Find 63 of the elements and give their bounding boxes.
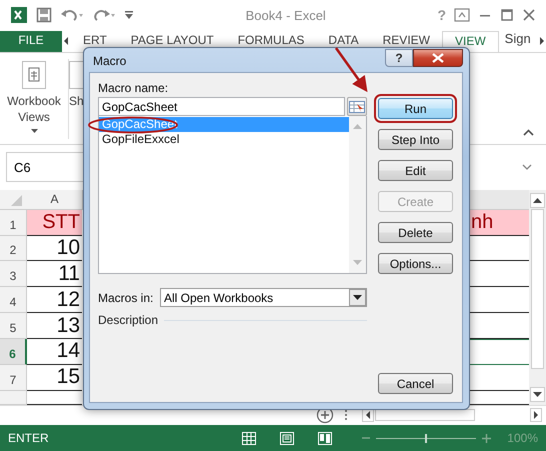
dialog-button[interactable]: Delete (378, 222, 453, 243)
dialog-button[interactable]: Edit (378, 160, 453, 181)
close-icon (432, 53, 444, 63)
table-cell: 11 (27, 261, 82, 288)
normal-view-icon[interactable] (242, 432, 256, 445)
row-header[interactable]: 6 (0, 339, 27, 365)
table-cell: 15 (27, 364, 82, 391)
field-label: Macros in: (98, 290, 154, 304)
more-options-icon[interactable] (344, 409, 348, 422)
scroll-right-icon[interactable] (530, 408, 542, 422)
row-header[interactable]: 5 (0, 313, 27, 339)
dialog-button[interactable]: Step Into (378, 129, 453, 150)
table-cell: 14 (27, 339, 82, 365)
status-mode: ENTER (8, 431, 49, 446)
section-label: Description (98, 313, 158, 327)
dropdown-value: All Open Workbooks (164, 290, 274, 304)
arrow (334, 47, 368, 92)
ribbon-tab[interactable]: Sign (498, 30, 537, 52)
page-break-icon[interactable] (318, 432, 332, 445)
table-cell: 13 (27, 313, 82, 339)
customize-caret-icon[interactable] (124, 10, 134, 20)
table-cell: nh (469, 210, 529, 236)
workbook-view-icon[interactable] (22, 61, 46, 90)
list-item[interactable]: GopFileExxcel (99, 132, 349, 147)
redo-icon[interactable] (92, 7, 116, 24)
table-cell: 10 (27, 236, 82, 262)
table-cell: STT (27, 210, 82, 236)
ribbon-button[interactable]: Sh (69, 93, 84, 110)
dropdown[interactable]: All Open Workbooks (160, 288, 367, 307)
page-layout-icon[interactable] (280, 432, 294, 445)
zoom-slider-thumb[interactable] (425, 434, 428, 443)
undo-icon[interactable] (60, 7, 84, 24)
grid-arrow-icon (349, 100, 365, 112)
close-icon[interactable] (522, 8, 536, 22)
ribbon-tab[interactable]: FILE (0, 30, 62, 52)
ribbon-display-icon[interactable] (454, 8, 470, 22)
close-button[interactable] (413, 49, 463, 67)
row-header[interactable]: 7 (0, 364, 27, 391)
window-title: Book4 - Excel (244, 8, 327, 23)
scroll-up-icon[interactable] (530, 192, 545, 208)
maximize-icon[interactable] (500, 8, 514, 22)
cancel-button[interactable]: Cancel (378, 373, 453, 394)
collapse-dialog-button[interactable] (347, 97, 367, 116)
row-header[interactable]: 1 (0, 210, 27, 236)
vertical-scrollbar[interactable] (529, 190, 546, 405)
dialog-button[interactable]: Options... (378, 253, 453, 274)
dialog-title: Macro (93, 54, 126, 68)
dropdown-caret-icon[interactable] (30, 129, 38, 134)
table-cell: 12 (27, 287, 82, 314)
row-header[interactable]: 3 (0, 261, 27, 288)
field-label: Macro name: (98, 81, 170, 96)
row-header[interactable]: 4 (0, 287, 27, 314)
zoom-in-icon[interactable] (482, 434, 492, 443)
expand-caret-icon[interactable] (522, 164, 532, 170)
scroll-down-icon[interactable] (530, 386, 545, 402)
workbook-views-button[interactable]: Workbook Views (4, 93, 64, 126)
help-button[interactable]: ? (385, 49, 413, 67)
spreadsheet-logo-icon[interactable] (10, 6, 28, 24)
collapse-ribbon-icon[interactable] (523, 129, 534, 136)
save-icon[interactable] (36, 7, 52, 24)
input-field[interactable]: GopCacSheet (98, 97, 345, 116)
scroll-thumb[interactable] (531, 208, 544, 369)
row-header[interactable]: 2 (0, 236, 27, 262)
